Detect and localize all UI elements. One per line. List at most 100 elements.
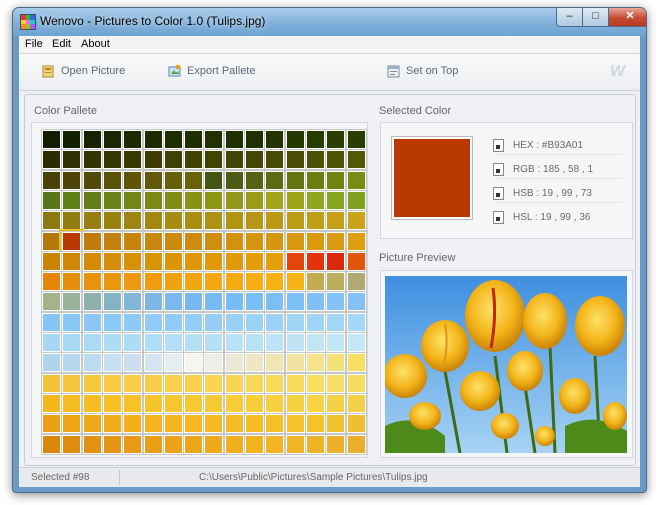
color-swatch[interactable] [224,434,244,454]
color-swatch[interactable] [245,231,264,251]
color-swatch[interactable] [305,414,325,434]
color-swatch[interactable] [224,333,244,352]
color-swatch[interactable] [346,211,366,231]
color-swatch[interactable] [62,272,82,292]
color-swatch[interactable] [245,393,264,413]
color-swatch[interactable] [82,231,102,251]
color-swatch[interactable] [326,272,346,292]
color-swatch[interactable] [184,414,204,434]
color-swatch[interactable] [326,434,346,454]
color-swatch[interactable] [265,272,285,292]
color-swatch[interactable] [285,170,305,190]
color-swatch[interactable] [224,292,244,312]
color-swatch[interactable] [62,130,82,149]
color-swatch[interactable] [163,231,183,251]
color-swatch[interactable] [184,272,204,292]
color-swatch[interactable] [143,312,163,332]
color-swatch[interactable] [62,251,82,271]
color-swatch[interactable] [143,231,163,251]
color-swatch[interactable] [245,414,264,434]
color-swatch[interactable] [163,292,183,312]
color-swatch[interactable] [326,312,346,332]
color-swatch[interactable] [285,353,305,373]
color-swatch[interactable] [62,373,82,393]
color-swatch[interactable] [265,211,285,231]
color-swatch[interactable] [62,211,82,231]
color-swatch[interactable] [82,414,102,434]
color-swatch[interactable] [285,251,305,271]
color-swatch[interactable] [305,190,325,210]
color-swatch[interactable] [62,353,82,373]
color-swatch[interactable] [163,373,183,393]
color-swatch[interactable] [82,150,102,170]
color-swatch[interactable] [305,353,325,373]
title-bar[interactable]: Wenovo - Pictures to Color 1.0 (Tulips.j… [13,8,646,36]
color-swatch[interactable] [62,414,82,434]
color-swatch[interactable] [265,393,285,413]
color-swatch[interactable] [42,251,61,271]
color-swatch[interactable] [163,312,183,332]
color-swatch[interactable] [82,292,102,312]
color-swatch[interactable] [224,353,244,373]
color-swatch[interactable] [42,292,61,312]
color-swatch[interactable] [224,312,244,332]
color-swatch[interactable] [123,190,143,210]
color-swatch[interactable] [143,414,163,434]
color-swatch[interactable] [346,414,366,434]
color-swatch[interactable] [224,190,244,210]
color-swatch[interactable] [346,130,366,149]
color-swatch[interactable] [143,393,163,413]
color-swatch[interactable] [245,211,264,231]
color-swatch[interactable] [204,333,224,352]
color-swatch[interactable] [204,170,224,190]
color-swatch[interactable] [62,333,82,352]
color-swatch[interactable] [163,170,183,190]
color-swatch[interactable] [346,150,366,170]
color-swatch[interactable] [285,211,305,231]
color-swatch[interactable] [326,190,346,210]
color-swatch[interactable] [326,231,346,251]
color-swatch[interactable] [326,353,346,373]
color-swatch[interactable] [204,251,224,271]
color-swatch[interactable] [123,312,143,332]
color-swatch[interactable] [285,434,305,454]
color-swatch[interactable] [285,272,305,292]
color-swatch[interactable] [42,190,61,210]
color-swatch[interactable] [326,170,346,190]
color-swatch[interactable] [346,231,366,251]
color-swatch[interactable] [204,353,224,373]
color-swatch[interactable] [265,353,285,373]
color-swatch[interactable] [163,211,183,231]
color-swatch[interactable] [184,292,204,312]
color-swatch[interactable] [224,150,244,170]
color-swatch[interactable] [346,190,366,210]
color-swatch[interactable] [346,251,366,271]
color-swatch[interactable] [102,170,122,190]
color-swatch[interactable] [224,170,244,190]
color-swatch[interactable] [163,414,183,434]
color-swatch[interactable] [285,130,305,149]
color-swatch[interactable] [102,251,122,271]
color-swatch[interactable] [224,393,244,413]
color-swatch[interactable] [245,170,264,190]
color-swatch[interactable] [42,312,61,332]
color-swatch[interactable] [42,272,61,292]
color-swatch[interactable] [123,353,143,373]
color-swatch[interactable] [204,434,224,454]
close-button[interactable]: ✕ [608,8,646,27]
color-swatch[interactable] [163,251,183,271]
color-swatch[interactable] [143,251,163,271]
color-swatch[interactable] [102,414,122,434]
copy-hsl-icon[interactable] [493,211,504,224]
color-swatch[interactable] [305,130,325,149]
color-swatch[interactable] [204,292,224,312]
minimize-button[interactable]: ‒ [556,8,583,27]
color-swatch[interactable] [102,130,122,149]
color-swatch[interactable] [42,130,61,149]
color-swatch[interactable] [163,393,183,413]
color-swatch[interactable] [285,393,305,413]
color-swatch[interactable] [285,333,305,352]
color-swatch[interactable] [305,170,325,190]
color-swatch[interactable] [265,373,285,393]
color-swatch[interactable] [123,272,143,292]
